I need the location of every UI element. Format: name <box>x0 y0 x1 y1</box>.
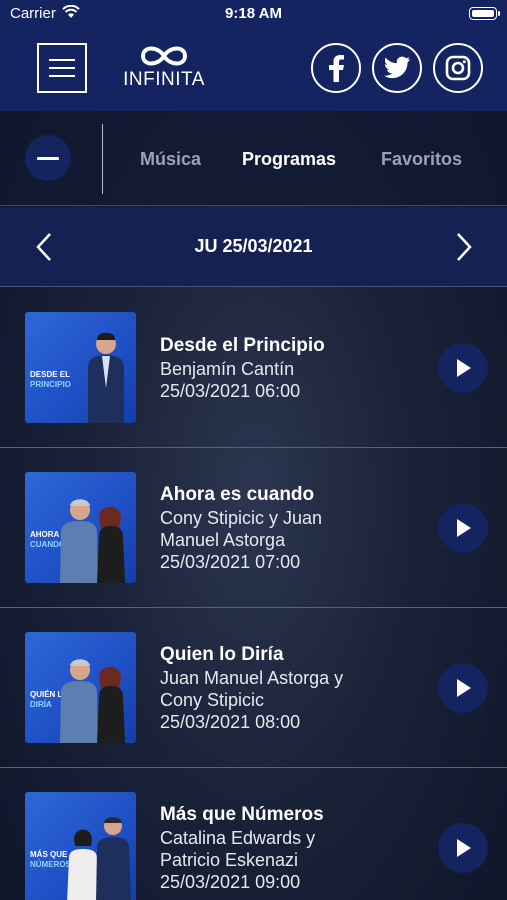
divider <box>102 124 103 194</box>
program-host: Catalina Edwards y <box>160 828 316 848</box>
instagram-icon <box>445 55 471 81</box>
play-button[interactable] <box>438 823 488 873</box>
host-photo <box>88 332 124 423</box>
hamburger-icon-line <box>49 59 75 61</box>
date-navigator: JU 25/03/2021 <box>0 207 507 287</box>
program-title: Quien lo Diría <box>160 644 284 665</box>
program-datetime: 25/03/2021 09:00 <box>160 872 301 892</box>
instagram-button[interactable] <box>433 43 483 93</box>
host-photo <box>60 499 125 583</box>
hamburger-icon-line <box>49 75 75 77</box>
host-photo <box>67 817 131 900</box>
battery-icon <box>469 7 500 20</box>
program-host: Juan Manuel Astorga y <box>160 668 344 688</box>
tab-musica[interactable]: Música <box>140 149 201 170</box>
program-thumbnail: DESDE EL PRINCIPIO <box>25 312 136 423</box>
program-datetime: 25/03/2021 08:00 <box>160 712 301 732</box>
play-button[interactable] <box>438 503 488 553</box>
program-host: Benjamín Cantín <box>160 359 295 379</box>
program-host: Manuel Astorga <box>160 530 286 550</box>
tab-programas[interactable]: Programas <box>242 149 336 170</box>
infinity-icon <box>140 46 188 66</box>
program-title: Ahora es cuando <box>160 484 315 505</box>
status-bar: Carrier 9:18 AM <box>0 0 507 28</box>
menu-button[interactable] <box>37 43 87 93</box>
program-row[interactable]: MÁS QUE NÚMEROS Más que Números Catalina… <box>0 768 507 900</box>
tabs-bar: Música Programas Favoritos <box>0 111 507 206</box>
play-icon <box>457 359 471 377</box>
chevron-right-icon <box>457 233 472 261</box>
program-host: Cony Stipicic <box>160 690 265 710</box>
program-host: Cony Stipicic y Juan <box>160 508 323 528</box>
next-day-button[interactable] <box>446 229 482 265</box>
play-icon <box>457 519 471 537</box>
program-host: Patricio Eskenazi <box>160 850 299 870</box>
program-row[interactable]: DESDE EL PRINCIPIO Desde el Principio Be… <box>0 288 507 448</box>
logo-text: INFINITA <box>123 69 205 90</box>
clock: 9:18 AM <box>225 5 282 22</box>
hamburger-icon-line <box>49 67 75 69</box>
program-title: Más que Números <box>160 804 324 825</box>
program-title: Desde el Principio <box>160 335 325 356</box>
program-thumbnail: QUIÉN LO DIRÍA <box>25 632 136 743</box>
app-screen: Carrier 9:18 AM INFINITA Música Programa… <box>0 0 507 900</box>
program-row[interactable]: QUIÉN LO DIRÍA Quien lo Diría Juan Manue… <box>0 608 507 768</box>
current-date: JU 25/03/2021 <box>194 236 313 256</box>
collapse-button[interactable] <box>25 135 71 181</box>
play-button[interactable] <box>438 343 488 393</box>
program-datetime: 25/03/2021 06:00 <box>160 381 301 401</box>
header: Carrier 9:18 AM INFINITA <box>0 0 507 111</box>
infinita-logo: INFINITA <box>118 42 210 94</box>
facebook-button[interactable] <box>311 43 361 93</box>
minus-icon <box>37 156 59 160</box>
play-button[interactable] <box>438 663 488 713</box>
host-photo <box>60 659 125 743</box>
program-thumbnail: MÁS QUE NÚMEROS <box>25 792 136 900</box>
play-icon <box>457 679 471 697</box>
program-row[interactable]: AHORA ES CUANDO Ahora es cuando Cony Sti… <box>0 448 507 608</box>
program-thumbnail: AHORA ES CUANDO <box>25 472 136 583</box>
facebook-icon <box>329 55 344 82</box>
twitter-icon <box>384 56 410 79</box>
twitter-button[interactable] <box>372 43 422 93</box>
play-icon <box>457 839 471 857</box>
tab-favoritos[interactable]: Favoritos <box>381 149 462 170</box>
program-datetime: 25/03/2021 07:00 <box>160 552 301 572</box>
